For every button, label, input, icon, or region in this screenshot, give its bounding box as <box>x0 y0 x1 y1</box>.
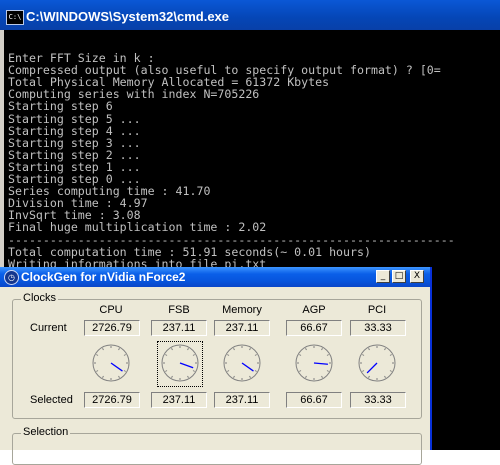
memory-dial-gauge <box>223 344 261 382</box>
console-line: Starting step 6 <box>8 99 113 114</box>
console-line: Starting step 4 ... <box>8 123 141 138</box>
pci-current-value: 33.33 <box>350 320 406 336</box>
minimize-button[interactable]: _ <box>376 270 390 283</box>
console-output: Enter FFT Size in k : Compressed output (… <box>8 40 455 270</box>
pci-column-header: PCI <box>367 304 387 316</box>
pci-dial-gauge <box>358 344 396 382</box>
selection-group: Selection <box>12 426 422 465</box>
selection-group-label: Selection <box>21 426 71 438</box>
pci-selected-value[interactable]: 33.33 <box>350 392 406 408</box>
console-line: ----------------------------------------… <box>8 232 455 247</box>
fsb-current-value: 237.11 <box>151 320 207 336</box>
maximize-button[interactable]: □ <box>392 270 406 283</box>
agp-column-header: AGP <box>302 304 326 316</box>
cpu-dial-gauge <box>92 344 130 382</box>
clockgen-window: ◷ ClockGen for nVidia nForce2 _ □ X Cloc… <box>0 267 432 465</box>
cmd-window-title: C:\WINDOWS\System32\cmd.exe <box>26 9 230 24</box>
cmd-app-icon: C:\ <box>6 10 24 25</box>
memory-current-value: 237.11 <box>214 320 270 336</box>
agp-selected-value[interactable]: 66.67 <box>286 392 342 408</box>
clocks-group-label: Clocks <box>21 292 59 304</box>
clockgen-window-title: ClockGen for nVidia nForce2 <box>21 270 186 284</box>
current-row-label: Current <box>30 322 67 334</box>
fsb-selected-value[interactable]: 237.11 <box>151 392 207 408</box>
clockgen-app-icon: ◷ <box>4 270 19 285</box>
console-line: Final huge multiplication time : 2.02 <box>8 220 267 235</box>
fsb-column-header: FSB <box>168 304 190 316</box>
console-line: Total computation time : 51.91 seconds(~… <box>8 244 371 259</box>
memory-selected-value[interactable]: 237.11 <box>214 392 270 408</box>
cpu-current-value: 2726.79 <box>84 320 140 336</box>
clockgen-title-bar[interactable]: ◷ ClockGen for nVidia nForce2 _ □ X <box>0 267 430 287</box>
fsb-gauge-focus-frame <box>157 341 203 387</box>
memory-column-header: Memory <box>222 304 262 316</box>
cpu-selected-value[interactable]: 2726.79 <box>84 392 140 408</box>
console-line: Starting step 5 ... <box>8 111 141 126</box>
close-button[interactable]: X <box>410 270 424 283</box>
agp-dial-gauge <box>295 344 333 382</box>
cmd-title-bar[interactable]: C:\ C:\WINDOWS\System32\cmd.exe <box>0 0 500 30</box>
agp-current-value: 66.67 <box>286 320 342 336</box>
cpu-column-header: CPU <box>99 304 123 316</box>
selected-row-label: Selected <box>30 394 73 406</box>
